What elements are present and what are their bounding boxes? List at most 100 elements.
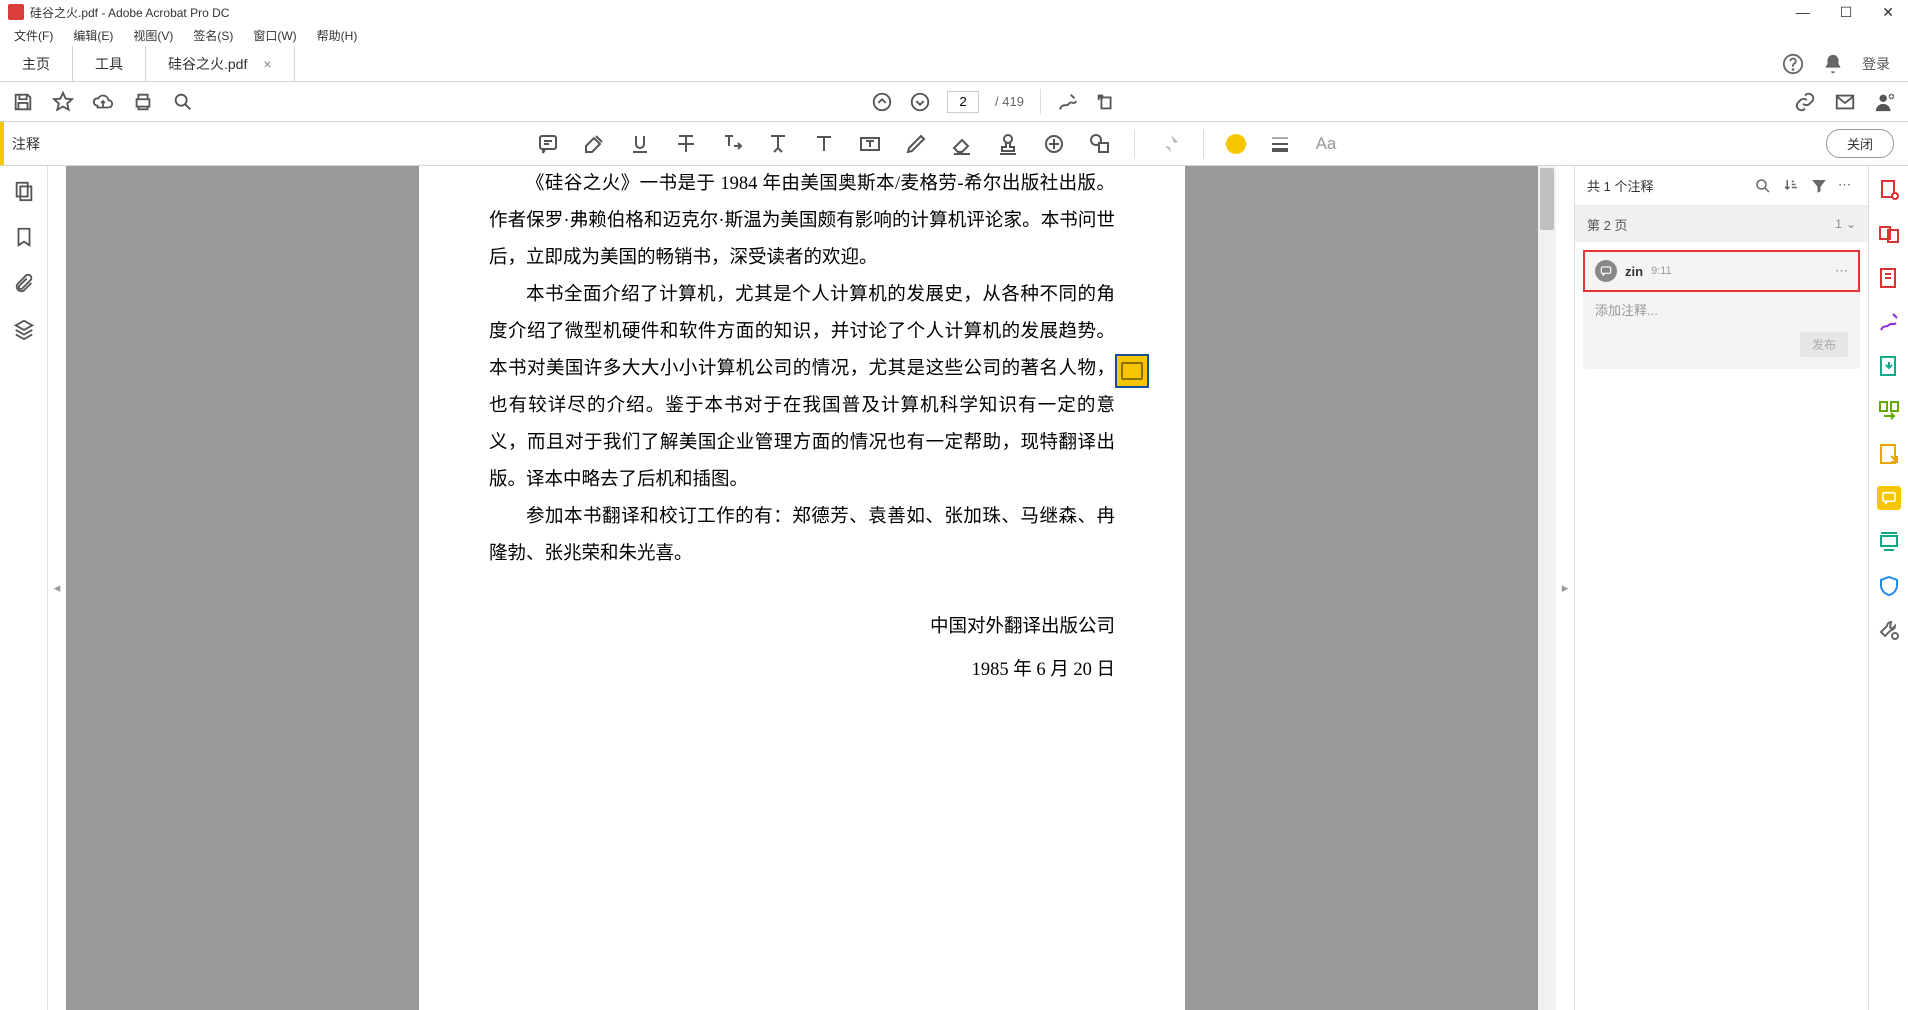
comments-more-icon[interactable]: ⋯ <box>1838 177 1856 195</box>
strikethrough-tool-icon[interactable] <box>674 132 698 156</box>
main-toolbar: / 419 <box>0 82 1908 122</box>
thumbnails-icon[interactable] <box>13 180 35 202</box>
tab-document[interactable]: 硅谷之火.pdf × <box>146 46 295 81</box>
shapes-tool-icon[interactable] <box>1088 132 1112 156</box>
comments-search-icon[interactable] <box>1754 177 1772 195</box>
chevron-down-icon: ⌄ <box>1846 217 1856 231</box>
comments-panel: 共 1 个注释 ⋯ 第 2 页 1 ⌄ zin 9:11 ⋯ 添加注释... 发… <box>1574 166 1868 1010</box>
publish-button[interactable]: 发布 <box>1800 332 1848 357</box>
paragraph-1: 《硅谷之火》一书是于 1984 年由美国奥斯本/麦格劳-希尔出版社出版。作者保罗… <box>489 166 1115 277</box>
menu-view[interactable]: 视图(V) <box>125 25 181 46</box>
layers-icon[interactable] <box>13 318 35 340</box>
eraser-tool-icon[interactable] <box>950 132 974 156</box>
comments-sort-icon[interactable] <box>1782 177 1800 195</box>
underline-tool-icon[interactable] <box>628 132 652 156</box>
menu-help[interactable]: 帮助(H) <box>309 25 366 46</box>
share-user-icon[interactable] <box>1874 91 1896 113</box>
comments-filter-icon[interactable] <box>1810 177 1828 195</box>
comment-item-more-icon[interactable]: ⋯ <box>1835 263 1848 279</box>
annotation-toolbar: 注释 Aa 关闭 <box>0 122 1908 166</box>
annotation-label: 注释 <box>0 122 48 165</box>
highlight-tool-icon[interactable] <box>582 132 606 156</box>
tab-close-icon[interactable]: × <box>263 56 271 72</box>
scan-icon[interactable] <box>1877 530 1901 554</box>
edit-pdf-icon[interactable] <box>1877 266 1901 290</box>
star-icon[interactable] <box>52 91 74 113</box>
tabbar: 主页 工具 硅谷之火.pdf × 登录 <box>0 46 1908 82</box>
comment-time: 9:11 <box>1651 265 1672 277</box>
line-weight-icon[interactable] <box>1268 132 1292 156</box>
save-icon[interactable] <box>12 91 34 113</box>
sign-icon[interactable] <box>1877 310 1901 334</box>
comments-page-label: 第 2 页 <box>1587 215 1627 234</box>
organize-icon[interactable] <box>1877 398 1901 422</box>
comment-input[interactable]: 添加注释... <box>1595 300 1848 326</box>
menu-sign[interactable]: 签名(S) <box>185 25 241 46</box>
attachment-icon[interactable] <box>13 272 35 294</box>
replace-text-tool-icon[interactable] <box>720 132 744 156</box>
page-up-icon[interactable] <box>871 91 893 113</box>
comments-title: 共 1 个注释 <box>1587 176 1744 195</box>
collapse-left-icon[interactable]: ◂ <box>48 166 66 1010</box>
comments-page-row[interactable]: 第 2 页 1 ⌄ <box>1575 206 1868 242</box>
protect-icon[interactable] <box>1877 574 1901 598</box>
page-down-icon[interactable] <box>909 91 931 113</box>
window-maximize[interactable]: ☐ <box>1834 2 1859 23</box>
main-area: ◂ 《硅谷之火》一书是于 1984 年由美国奥斯本/麦格劳-希尔出版社出版。作者… <box>0 166 1908 1010</box>
menu-edit[interactable]: 编辑(E) <box>65 25 121 46</box>
tab-home[interactable]: 主页 <box>0 46 73 81</box>
sticky-note-tool-icon[interactable] <box>536 132 560 156</box>
titlebar: 硅谷之火.pdf - Adobe Acrobat Pro DC — ☐ ✕ <box>0 0 1908 24</box>
rotate-icon[interactable] <box>1095 91 1117 113</box>
collapse-right-icon[interactable]: ▸ <box>1556 166 1574 1010</box>
publish-date: 1985 年 6 月 20 日 <box>489 652 1115 689</box>
document-page: 《硅谷之火》一书是于 1984 年由美国奥斯本/麦格劳-希尔出版社出版。作者保罗… <box>419 166 1185 1010</box>
page-number-input[interactable] <box>947 91 979 113</box>
app-icon <box>8 4 24 20</box>
insert-text-tool-icon[interactable] <box>766 132 790 156</box>
bookmark-icon[interactable] <box>13 226 35 248</box>
menu-file[interactable]: 文件(F) <box>6 25 61 46</box>
textbox-tool-icon[interactable] <box>858 132 882 156</box>
close-annotation-button[interactable]: 关闭 <box>1826 129 1894 158</box>
window-close[interactable]: ✕ <box>1876 2 1900 23</box>
combine-icon[interactable] <box>1877 222 1901 246</box>
menu-window[interactable]: 窗口(W) <box>245 25 304 46</box>
bell-icon[interactable] <box>1822 53 1844 75</box>
comment-item[interactable]: zin 9:11 ⋯ 添加注释... 发布 <box>1583 250 1860 369</box>
color-picker[interactable] <box>1226 134 1246 154</box>
print-icon[interactable] <box>132 91 154 113</box>
paragraph-3: 参加本书翻译和校订工作的有：郑德芳、袁善如、张加珠、马继森、冉隆勃、张兆荣和朱光… <box>489 499 1115 573</box>
page-total: / 419 <box>995 94 1024 109</box>
comment-tool-icon[interactable] <box>1877 486 1901 510</box>
stamp-tool-icon[interactable] <box>996 132 1020 156</box>
send-icon[interactable] <box>1877 442 1901 466</box>
sticky-note-marker[interactable] <box>1115 354 1149 388</box>
link-icon[interactable] <box>1794 91 1816 113</box>
comment-author: zin <box>1625 264 1643 279</box>
right-rail <box>1868 166 1908 1010</box>
window-minimize[interactable]: — <box>1790 2 1816 23</box>
scrollbar-thumb[interactable] <box>1540 168 1554 230</box>
sign-tool-icon[interactable] <box>1057 91 1079 113</box>
search-icon[interactable] <box>172 91 194 113</box>
vertical-scrollbar[interactable] <box>1538 166 1556 1010</box>
window-title: 硅谷之火.pdf - Adobe Acrobat Pro DC <box>30 4 1790 21</box>
login-button[interactable]: 登录 <box>1862 54 1890 74</box>
create-pdf-icon[interactable] <box>1877 178 1901 202</box>
email-icon[interactable] <box>1834 91 1856 113</box>
font-sample[interactable]: Aa <box>1314 132 1338 156</box>
paragraph-2: 本书全面介绍了计算机，尤其是个人计算机的发展史，从各种不同的角度介绍了微型机硬件… <box>489 277 1115 499</box>
tab-tools[interactable]: 工具 <box>73 46 146 81</box>
menubar: 文件(F) 编辑(E) 视图(V) 签名(S) 窗口(W) 帮助(H) <box>0 24 1908 46</box>
help-icon[interactable] <box>1782 53 1804 75</box>
pin-icon[interactable] <box>1157 132 1181 156</box>
export-icon[interactable] <box>1877 354 1901 378</box>
cloud-icon[interactable] <box>92 91 114 113</box>
attachment-tool-icon[interactable] <box>1042 132 1066 156</box>
draw-tool-icon[interactable] <box>904 132 928 156</box>
document-viewport[interactable]: 《硅谷之火》一书是于 1984 年由美国奥斯本/麦格劳-希尔出版社出版。作者保罗… <box>66 166 1538 1010</box>
text-tool-icon[interactable] <box>812 132 836 156</box>
more-tools-icon[interactable] <box>1877 618 1901 642</box>
comment-item-header[interactable]: zin 9:11 ⋯ <box>1583 250 1860 292</box>
